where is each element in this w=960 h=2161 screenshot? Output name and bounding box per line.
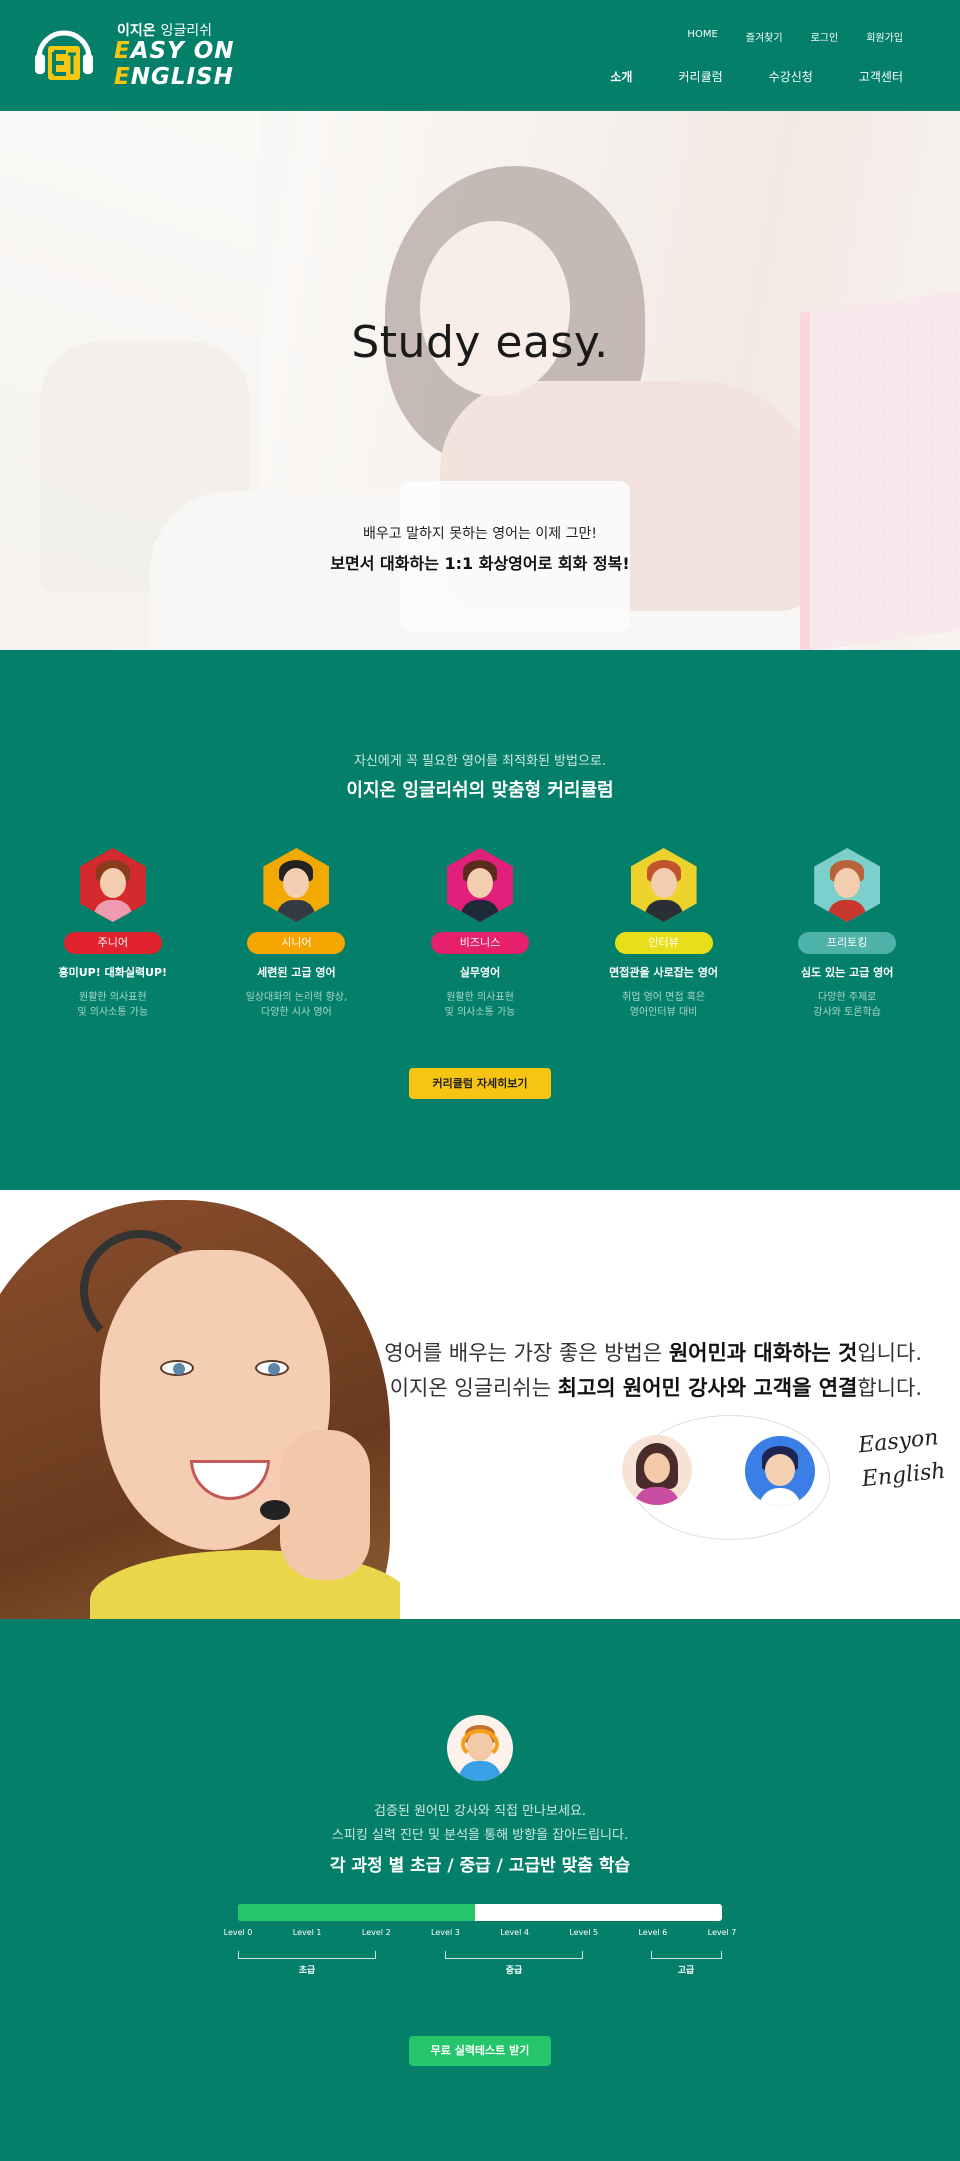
level-tick: Level 2 xyxy=(361,1928,391,1937)
card-heading: 실무영어 xyxy=(459,966,501,979)
curriculum-section: 자신에게 꼭 필요한 영어를 최적화된 방법으로. 이지온 잉글리쉬의 맞춤형 … xyxy=(0,650,960,1190)
advanced-bracket xyxy=(651,1951,722,1959)
hero-subtitle: 배우고 말하지 못하는 영어는 이제 그만! xyxy=(363,526,597,542)
native-message-line-2: 이지온 잉글리쉬는 최고의 원어민 강사와 고객을 연결합니다. xyxy=(389,1376,922,1400)
nav-home-link[interactable]: HOME xyxy=(687,29,717,44)
level-tick: Level 6 xyxy=(638,1928,668,1937)
curriculum-detail-button[interactable]: 커리큘럼 자세히보기 xyxy=(409,1068,551,1099)
intermediate-bracket xyxy=(445,1951,583,1959)
hero-title: Study easy. xyxy=(351,317,609,368)
senior-avatar-icon xyxy=(263,848,330,922)
level-title: 각 과정 별 초급 / 중급 / 고급반 맞춤 학습 xyxy=(329,1856,631,1876)
level-test-section: 검증된 원어민 강사와 직접 만나보세요. 스피킹 실력 진단 및 분석을 통해… xyxy=(0,1619,960,2161)
level-tick: Level 4 xyxy=(500,1928,529,1937)
headset-icon xyxy=(80,1230,200,1350)
card-description: 일상대화의 논리력 향상, 다양한 시사 영어 xyxy=(245,992,348,1018)
curriculum-card-business[interactable]: 비즈니스 실무영어 원활한 의사표현 및 의사소통 가능 xyxy=(388,848,572,1020)
logo-headphones-icon[interactable] xyxy=(33,24,95,86)
signature-line-2: English xyxy=(860,1458,947,1493)
level-progress-bar xyxy=(238,1904,722,1921)
main-nav-enrollment[interactable]: 수강신청 xyxy=(769,68,813,85)
level-tick: Level 5 xyxy=(569,1928,599,1937)
curriculum-subtitle: 자신에게 꼭 필요한 영어를 최적화된 방법으로. xyxy=(353,754,607,769)
card-badge: 주니어 xyxy=(63,932,162,954)
curriculum-card-senior[interactable]: 시니어 세련된 고급 영어 일상대화의 논리력 향상, 다양한 시사 영어 xyxy=(205,848,389,1020)
card-heading: 흥미UP! 대화실력UP! xyxy=(58,966,168,979)
beginner-bracket xyxy=(238,1951,376,1959)
free-level-test-button[interactable]: 무료 실력테스트 받기 xyxy=(409,2036,551,2066)
main-nav: 소개 커리큘럼 수강신청 고객센터 xyxy=(564,68,903,85)
level-subtitle-2: 스피킹 실력 진단 및 분석을 통해 방향을 잡아드립니다. xyxy=(331,1828,629,1843)
card-description: 다양한 주제로 강사와 토론학습 xyxy=(813,992,881,1018)
hero-tagline: 보면서 대화하는 1:1 화상영어로 회화 정복! xyxy=(330,554,630,573)
nav-bookmark-link[interactable]: 즐겨찾기 xyxy=(746,29,783,44)
logo-line-1: EASY ON xyxy=(114,38,235,64)
male-student-avatar-icon xyxy=(745,1436,815,1506)
level-tick: Level 7 xyxy=(707,1928,737,1937)
card-heading: 세련된 고급 영어 xyxy=(257,966,336,979)
card-heading: 면접관을 사로잡는 영어 xyxy=(609,966,718,979)
logo-line-2: ENGLISH xyxy=(114,64,234,90)
tutor-hand xyxy=(280,1430,370,1580)
tutor-eye-right xyxy=(255,1360,289,1376)
card-badge: 시니어 xyxy=(247,932,346,954)
level-tick: Level 0 xyxy=(223,1928,253,1937)
curriculum-title: 이지온 잉글리쉬의 맞춤형 커리큘럼 xyxy=(346,780,614,801)
junior-avatar-icon xyxy=(79,848,146,922)
tutor-headset-avatar-icon xyxy=(447,1715,513,1781)
card-description: 원활한 의사표현 및 의사소통 가능 xyxy=(77,992,149,1018)
beginner-label: 초급 xyxy=(298,1966,316,1976)
native-speaker-section: 영어를 배우는 가장 좋은 방법은 원어민과 대화하는 것입니다. 이지온 잉글… xyxy=(0,1190,960,1619)
curriculum-card-interview[interactable]: 인터뷰 면접관을 사로잡는 영어 취업 영어 면접 혹은 영어인터뷰 대비 xyxy=(572,848,756,1020)
tutor-eye-left xyxy=(160,1360,194,1376)
business-avatar-icon xyxy=(446,848,513,922)
tutor-photo xyxy=(0,1190,400,1619)
advanced-label: 고급 xyxy=(677,1966,695,1976)
female-tutor-avatar-icon xyxy=(622,1435,692,1505)
level-tick: Level 1 xyxy=(292,1928,322,1937)
freetalking-avatar-icon xyxy=(814,848,881,922)
nav-signup-link[interactable]: 회원가입 xyxy=(866,29,903,44)
main-nav-support[interactable]: 고객센터 xyxy=(859,68,903,85)
level-tick: Level 3 xyxy=(431,1928,460,1937)
nav-login-link[interactable]: 로그인 xyxy=(811,29,839,44)
logo-english-text[interactable]: EASY ON ENGLISH xyxy=(114,38,235,90)
level-progress-fill xyxy=(238,1904,476,1921)
card-badge: 비즈니스 xyxy=(430,932,529,954)
site-header: 이지온 잉글리쉬 EASY ON ENGLISH HOME 즐겨찾기 로그인 회… xyxy=(0,0,960,111)
main-nav-curriculum[interactable]: 커리큘럼 xyxy=(678,68,722,85)
card-heading: 심도 있는 고급 영어 xyxy=(800,966,894,979)
card-description: 원활한 의사표현 및 의사소통 가능 xyxy=(444,992,516,1018)
card-badge: 프리토킹 xyxy=(798,932,897,954)
intermediate-label: 중급 xyxy=(505,1966,523,1976)
curriculum-cards: 주니어 흥미UP! 대화실력UP! 원활한 의사표현 및 의사소통 가능 시니어… xyxy=(21,848,939,1020)
microphone-icon xyxy=(260,1500,290,1520)
native-message-line-1: 영어를 배우는 가장 좋은 방법은 원어민과 대화하는 것입니다. xyxy=(384,1341,922,1365)
curriculum-card-freetalking[interactable]: 프리토킹 심도 있는 고급 영어 다양한 주제로 강사와 토론학습 xyxy=(755,848,939,1020)
utility-nav: HOME 즐겨찾기 로그인 회원가입 xyxy=(659,29,903,44)
card-badge: 인터뷰 xyxy=(614,932,713,954)
level-subtitle-1: 검증된 원어민 강사와 직접 만나보세요. xyxy=(373,1804,587,1819)
brand-signature: Easyon English xyxy=(857,1421,947,1497)
main-nav-intro[interactable]: 소개 xyxy=(610,68,632,85)
card-description: 취업 영어 면접 혹은 영어인터뷰 대비 xyxy=(622,992,706,1018)
interview-avatar-icon xyxy=(630,848,697,922)
curriculum-card-junior[interactable]: 주니어 흥미UP! 대화실력UP! 원활한 의사표현 및 의사소통 가능 xyxy=(21,848,205,1020)
logo-korean-text[interactable]: 이지온 잉글리쉬 xyxy=(117,20,212,40)
